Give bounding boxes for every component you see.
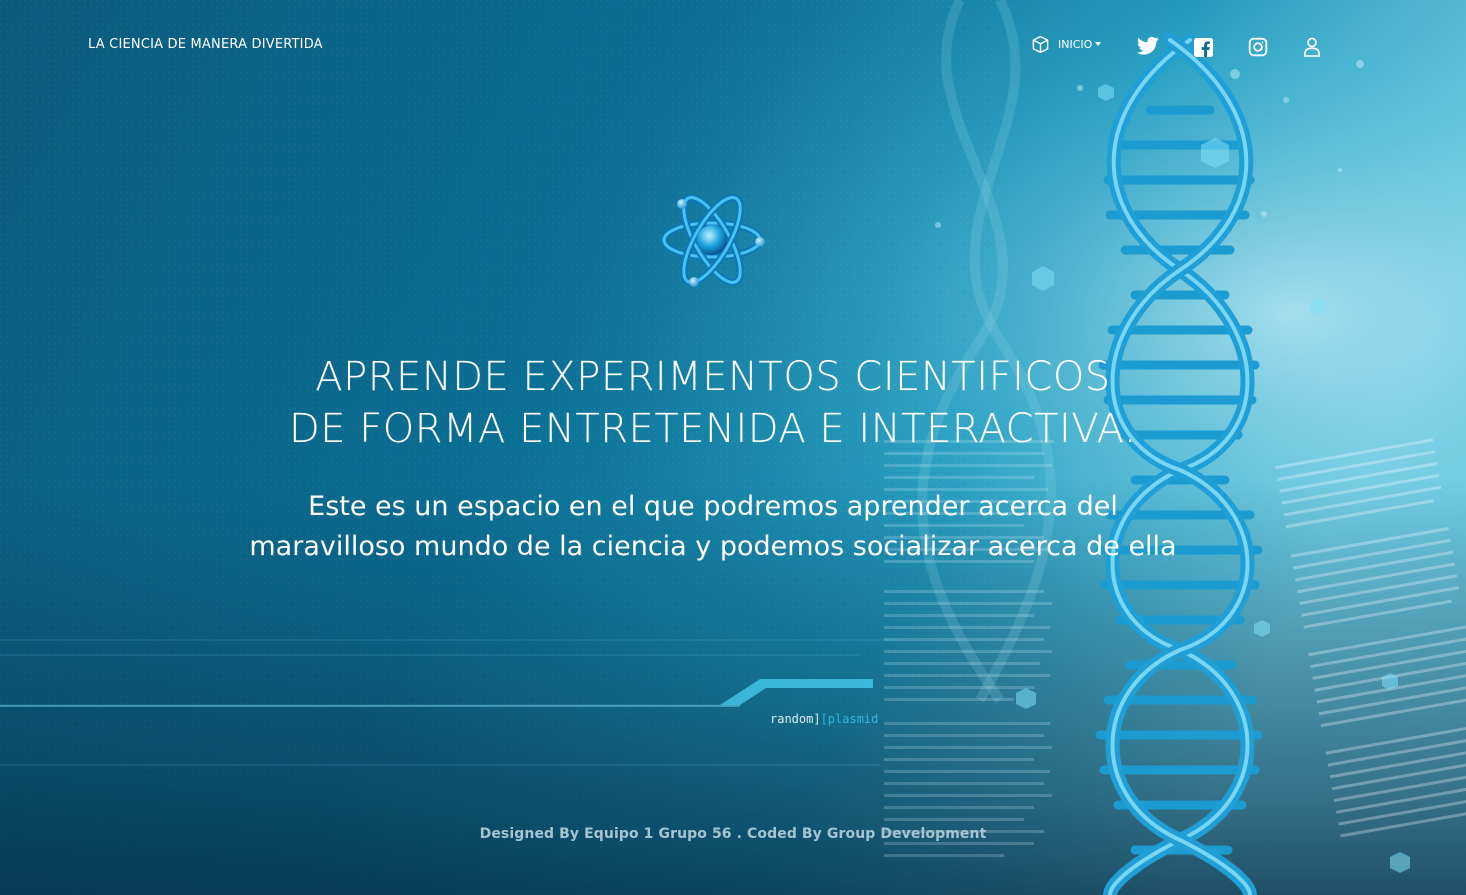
facebook-link[interactable]	[1194, 33, 1213, 61]
inicio-dropdown[interactable]: INICIO	[1031, 30, 1102, 58]
twitter-link[interactable]	[1137, 32, 1159, 60]
inicio-label: INICIO	[1058, 37, 1093, 51]
footer-credits: Designed By Equipo 1 Grupo 56 . Coded By…	[479, 826, 987, 842]
instagram-link[interactable]	[1248, 33, 1268, 61]
hero-title-line-1: APRENDE EXPERIMENTOS CIENTIFICOS	[315, 354, 1111, 400]
hero-subtitle: Este es un espacio en el que podremos ap…	[249, 491, 1177, 562]
decor-text-random: random]	[770, 712, 821, 726]
decor-text: random][plasmid	[770, 712, 878, 726]
instagram-icon	[1248, 37, 1268, 57]
hero-title: APRENDE EXPERIMENTOS CIENTIFICOS DE FORM…	[190, 351, 1236, 455]
user-account-link[interactable]	[1303, 33, 1321, 61]
atom-icon	[656, 190, 768, 294]
user-icon	[1303, 37, 1321, 57]
cube-icon	[1031, 35, 1050, 54]
chevron-down-icon	[1095, 42, 1102, 46]
decor-text-plasmid: [plasmid	[820, 712, 879, 726]
top-navbar: LA CIENCIA DE MANERA DIVERTIDA INICIO	[0, 0, 1466, 90]
twitter-icon	[1137, 36, 1159, 56]
brand-link[interactable]: LA CIENCIA DE MANERA DIVERTIDA	[88, 37, 323, 52]
facebook-icon	[1194, 37, 1213, 57]
hero-title-line-2: DE FORMA ENTRETENIDA E INTERACTIVA.	[288, 406, 1138, 452]
